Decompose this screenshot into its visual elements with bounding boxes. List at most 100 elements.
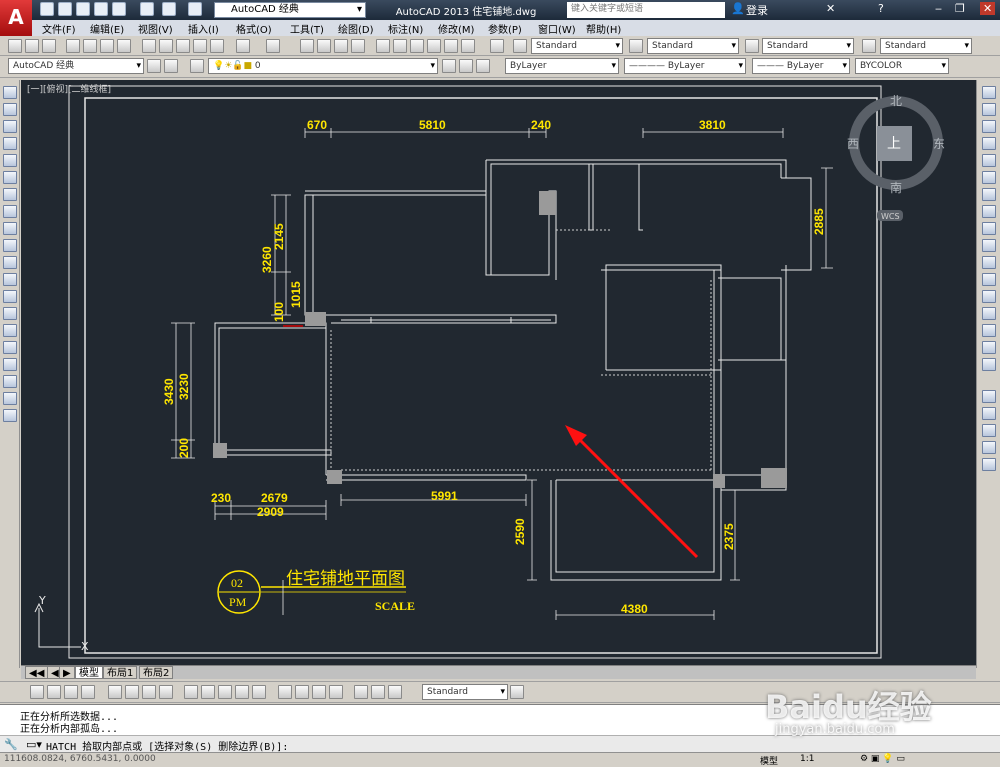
break-icon[interactable]: [982, 273, 996, 286]
add-selected-icon[interactable]: [3, 409, 17, 422]
insert-block-icon[interactable]: [3, 273, 17, 286]
zoom-previous-icon[interactable]: [351, 39, 365, 53]
menu-format[interactable]: 格式(O): [236, 21, 272, 36]
dim-radius-icon[interactable]: [108, 685, 122, 699]
menu-draw[interactable]: 绘图(D): [338, 21, 374, 36]
join-icon[interactable]: [982, 290, 996, 303]
workspace-toolbar-select[interactable]: AutoCAD 经典: [8, 58, 144, 74]
bring-front-icon[interactable]: [982, 407, 996, 420]
revcloud-icon[interactable]: [3, 205, 17, 218]
stretch-icon[interactable]: [982, 222, 996, 235]
table-style-select[interactable]: Standard: [762, 38, 854, 54]
menu-parametric[interactable]: 参数(P): [488, 21, 522, 36]
new-icon[interactable]: [40, 2, 54, 16]
mleader-style-select[interactable]: Standard: [880, 38, 972, 54]
help-tb-icon[interactable]: [490, 39, 504, 53]
dim-diameter-icon[interactable]: [142, 685, 156, 699]
tab-model[interactable]: 模型: [75, 666, 103, 679]
open-file-icon[interactable]: [25, 39, 39, 53]
trim-icon[interactable]: [982, 239, 996, 252]
next-tab-icon[interactable]: ▶: [59, 666, 75, 679]
menu-help[interactable]: 帮助(H): [586, 21, 621, 36]
layer-previous-icon[interactable]: [459, 59, 473, 73]
zoom-realtime-icon[interactable]: [317, 39, 331, 53]
copy-icon[interactable]: [159, 39, 173, 53]
redo-tb-icon[interactable]: [266, 39, 280, 53]
erase-icon[interactable]: [982, 86, 996, 99]
markup-icon[interactable]: [444, 39, 458, 53]
workspace-select[interactable]: AutoCAD 经典: [214, 2, 366, 18]
fillet-icon[interactable]: [982, 324, 996, 337]
arc-icon[interactable]: [3, 171, 17, 184]
viewcube-top[interactable]: 上: [887, 136, 901, 152]
explode-icon[interactable]: [982, 358, 996, 371]
send-under-icon[interactable]: [982, 458, 996, 471]
scale-icon[interactable]: [982, 205, 996, 218]
text-style-icon[interactable]: [513, 39, 527, 53]
customize-icon[interactable]: [164, 59, 178, 73]
copy-object-icon[interactable]: [982, 103, 996, 116]
minimize-icon[interactable]: ‒: [935, 2, 942, 15]
layer-current-icon[interactable]: [442, 59, 456, 73]
menu-file[interactable]: 文件(F): [42, 21, 76, 36]
menu-dimension[interactable]: 标注(N): [388, 21, 423, 36]
lineweight-select[interactable]: ——— ByLayer: [752, 58, 850, 74]
menu-insert[interactable]: 插入(I): [188, 21, 219, 36]
dim-edit-icon[interactable]: [354, 685, 368, 699]
point-icon[interactable]: [3, 307, 17, 320]
dim-arclength-icon[interactable]: [64, 685, 78, 699]
cut-icon[interactable]: [142, 39, 156, 53]
dim-update-icon[interactable]: [388, 685, 402, 699]
hatch-icon[interactable]: [3, 324, 17, 337]
save-as-icon[interactable]: [94, 2, 108, 16]
user-icon[interactable]: 👤: [731, 2, 745, 15]
region-icon[interactable]: [3, 358, 17, 371]
tab-layout2[interactable]: 布局2: [139, 666, 174, 679]
polyline-icon[interactable]: [3, 120, 17, 133]
jogged-linear-icon[interactable]: [329, 685, 343, 699]
dim-ordinate-icon[interactable]: [81, 685, 95, 699]
mleader-style-icon[interactable]: [862, 39, 876, 53]
wcs-menu[interactable]: WCS: [881, 212, 900, 221]
linetype-select[interactable]: ———— ByLayer: [624, 58, 746, 74]
send-back-icon[interactable]: [982, 424, 996, 437]
offset-icon[interactable]: [982, 137, 996, 150]
dim-baseline-icon[interactable]: [201, 685, 215, 699]
ellipse-arc-icon[interactable]: [3, 256, 17, 269]
chamfer-icon[interactable]: [982, 307, 996, 320]
array-icon[interactable]: [982, 154, 996, 167]
dim-style-toolbar-select[interactable]: Standard: [422, 684, 508, 700]
pan-icon[interactable]: [300, 39, 314, 53]
workspace-switch-icon[interactable]: ⚙ ▣ 💡 ▭: [860, 754, 905, 764]
tab-layout1[interactable]: 布局1: [103, 666, 138, 679]
command-input[interactable]: 🔧 ▭▾ HATCH 拾取内部点或 [选择对象(S) 删除边界(B)]:: [0, 735, 1000, 753]
search-input[interactable]: 键入关键字或短语: [567, 2, 725, 18]
circle-icon[interactable]: [3, 188, 17, 201]
restore-icon[interactable]: ❐: [955, 2, 965, 15]
menu-view[interactable]: 视图(V): [138, 21, 173, 36]
ellipse-icon[interactable]: [3, 239, 17, 252]
layer-isolate-icon[interactable]: [476, 59, 490, 73]
first-tab-icon[interactable]: ◀◀: [25, 666, 49, 679]
preview-icon[interactable]: [83, 39, 97, 53]
polygon-icon[interactable]: [3, 137, 17, 150]
layer-properties-icon[interactable]: [190, 59, 204, 73]
tool-palettes-icon[interactable]: [410, 39, 424, 53]
drawing-canvas[interactable]: 670 5810 240 3810 2885 3260 2145 1015 10…: [21, 80, 976, 665]
help-icon[interactable]: ?: [878, 2, 884, 15]
rectangle-icon[interactable]: [3, 154, 17, 167]
dim-style-icon[interactable]: [629, 39, 643, 53]
viewcube[interactable]: 上 北 南 东 西 WCS: [847, 94, 945, 221]
blend-icon[interactable]: [982, 341, 996, 354]
plot-icon[interactable]: [112, 2, 126, 16]
block-editor-icon[interactable]: [210, 39, 224, 53]
color-select[interactable]: ByLayer: [505, 58, 619, 74]
text-style-select[interactable]: Standard: [531, 38, 623, 54]
mtext-icon[interactable]: [3, 392, 17, 405]
qdim-icon[interactable]: [184, 685, 198, 699]
dim-aligned-icon[interactable]: [47, 685, 61, 699]
login-link[interactable]: 登录: [746, 2, 768, 18]
tolerance-icon[interactable]: [278, 685, 292, 699]
paste-icon[interactable]: [176, 39, 190, 53]
quickcalc-icon[interactable]: [461, 39, 475, 53]
